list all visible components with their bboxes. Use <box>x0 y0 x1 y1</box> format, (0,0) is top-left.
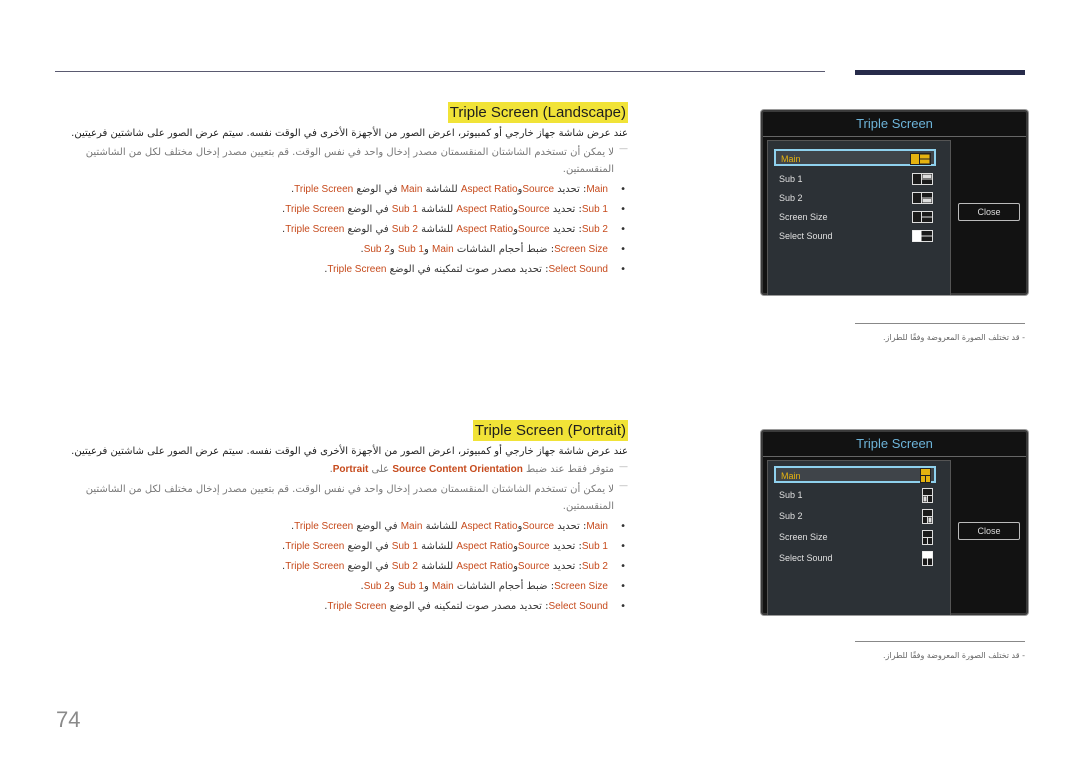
section-title: Triple Screen (Landscape) <box>447 102 628 123</box>
list-item: Main: تحديد SourceوAspect Ratio للشاشة M… <box>80 517 628 537</box>
note: لا يمكن أن تستخدم الشاشتان المنقسمتان مص… <box>80 478 628 515</box>
list-item: Sub 2: تحديد SourceوAspect Ratio للشاشة … <box>80 557 628 577</box>
layout-portrait-sound-icon <box>922 551 933 566</box>
close-button[interactable]: Close <box>958 203 1020 221</box>
osd-item-sub1[interactable]: Sub 1 <box>774 171 936 188</box>
list-item: Screen Size: ضبط أحجام الشاشات Main وSub… <box>80 240 628 260</box>
layout-landscape-main-icon <box>910 153 931 165</box>
footnote: - قد تختلف الصورة المعروضة وفقًا للطراز. <box>882 651 1025 660</box>
list-item: Sub 1: تحديد SourceوAspect Ratio للشاشة … <box>80 200 628 220</box>
list-item: Main: تحديد SourceوAspect Ratio للشاشة M… <box>80 180 628 200</box>
intro-text: عند عرض شاشة جهاز خارجي أو كمبيوتر، اعرض… <box>71 128 628 139</box>
osd-item-screen-size[interactable]: Screen Size <box>774 209 936 226</box>
section-portrait: Triple Screen (Portrait) عند عرض شاشة جه… <box>71 420 628 617</box>
list-item: Screen Size: ضبط أحجام الشاشات Main وSub… <box>80 577 628 597</box>
osd-triple-screen-landscape: Triple Screen Main Sub 1 Sub 2 Screen Si… <box>761 110 1028 295</box>
section-title: Triple Screen (Portrait) <box>472 420 628 441</box>
layout-portrait-sub1-icon <box>922 488 933 503</box>
section-landscape: Triple Screen (Landscape) عند عرض شاشة ج… <box>71 102 628 280</box>
osd-menu: Main Sub 1 Sub 2 Screen Size Select Soun… <box>767 460 951 615</box>
option-list: Main: تحديد SourceوAspect Ratio للشاشة M… <box>80 180 628 280</box>
layout-portrait-sub2-icon <box>922 509 933 524</box>
option-list: Main: تحديد SourceوAspect Ratio للشاشة M… <box>80 517 628 617</box>
osd-triple-screen-portrait: Triple Screen Main Sub 1 Sub 2 Screen Si… <box>761 430 1028 615</box>
note: لا يمكن أن تستخدم الشاشتان المنقسمتان مص… <box>80 141 628 178</box>
layout-portrait-size-icon <box>922 530 933 545</box>
list-item: Sub 2: تحديد SourceوAspect Ratio للشاشة … <box>80 220 628 240</box>
osd-item-main[interactable]: Main <box>774 149 936 166</box>
header-rule <box>55 71 825 72</box>
osd-item-select-sound[interactable]: Select Sound <box>774 550 936 567</box>
layout-landscape-size-icon <box>912 211 933 223</box>
osd-item-sub1[interactable]: Sub 1 <box>774 487 936 504</box>
list-item: Select Sound: تحديد مصدر صوت لتمكينه في … <box>80 260 628 280</box>
footnote-rule <box>855 641 1025 642</box>
footnote-rule <box>855 323 1025 324</box>
layout-landscape-sound-icon <box>912 230 933 242</box>
list-item: Select Sound: تحديد مصدر صوت لتمكينه في … <box>80 597 628 617</box>
osd-item-sub2[interactable]: Sub 2 <box>774 508 936 525</box>
osd-item-main[interactable]: Main <box>774 466 936 483</box>
layout-portrait-main-icon <box>920 468 931 483</box>
osd-item-select-sound[interactable]: Select Sound <box>774 228 936 245</box>
footnote: - قد تختلف الصورة المعروضة وفقًا للطراز. <box>882 333 1025 342</box>
osd-menu: Main Sub 1 Sub 2 Screen Size Select Soun… <box>767 140 951 295</box>
layout-landscape-sub1-icon <box>912 173 933 185</box>
close-button[interactable]: Close <box>958 522 1020 540</box>
page-number: 74 <box>56 707 81 732</box>
availability-note: متوفر فقط عند ضبط Source Content Orienta… <box>80 458 628 479</box>
header-accent-bar <box>855 70 1025 75</box>
osd-item-screen-size[interactable]: Screen Size <box>774 529 936 546</box>
list-item: Sub 1: تحديد SourceوAspect Ratio للشاشة … <box>80 537 628 557</box>
osd-title: Triple Screen <box>763 432 1026 457</box>
intro-text: عند عرض شاشة جهاز خارجي أو كمبيوتر، اعرض… <box>71 446 628 457</box>
layout-landscape-sub2-icon <box>912 192 933 204</box>
osd-item-sub2[interactable]: Sub 2 <box>774 190 936 207</box>
osd-title: Triple Screen <box>763 112 1026 137</box>
